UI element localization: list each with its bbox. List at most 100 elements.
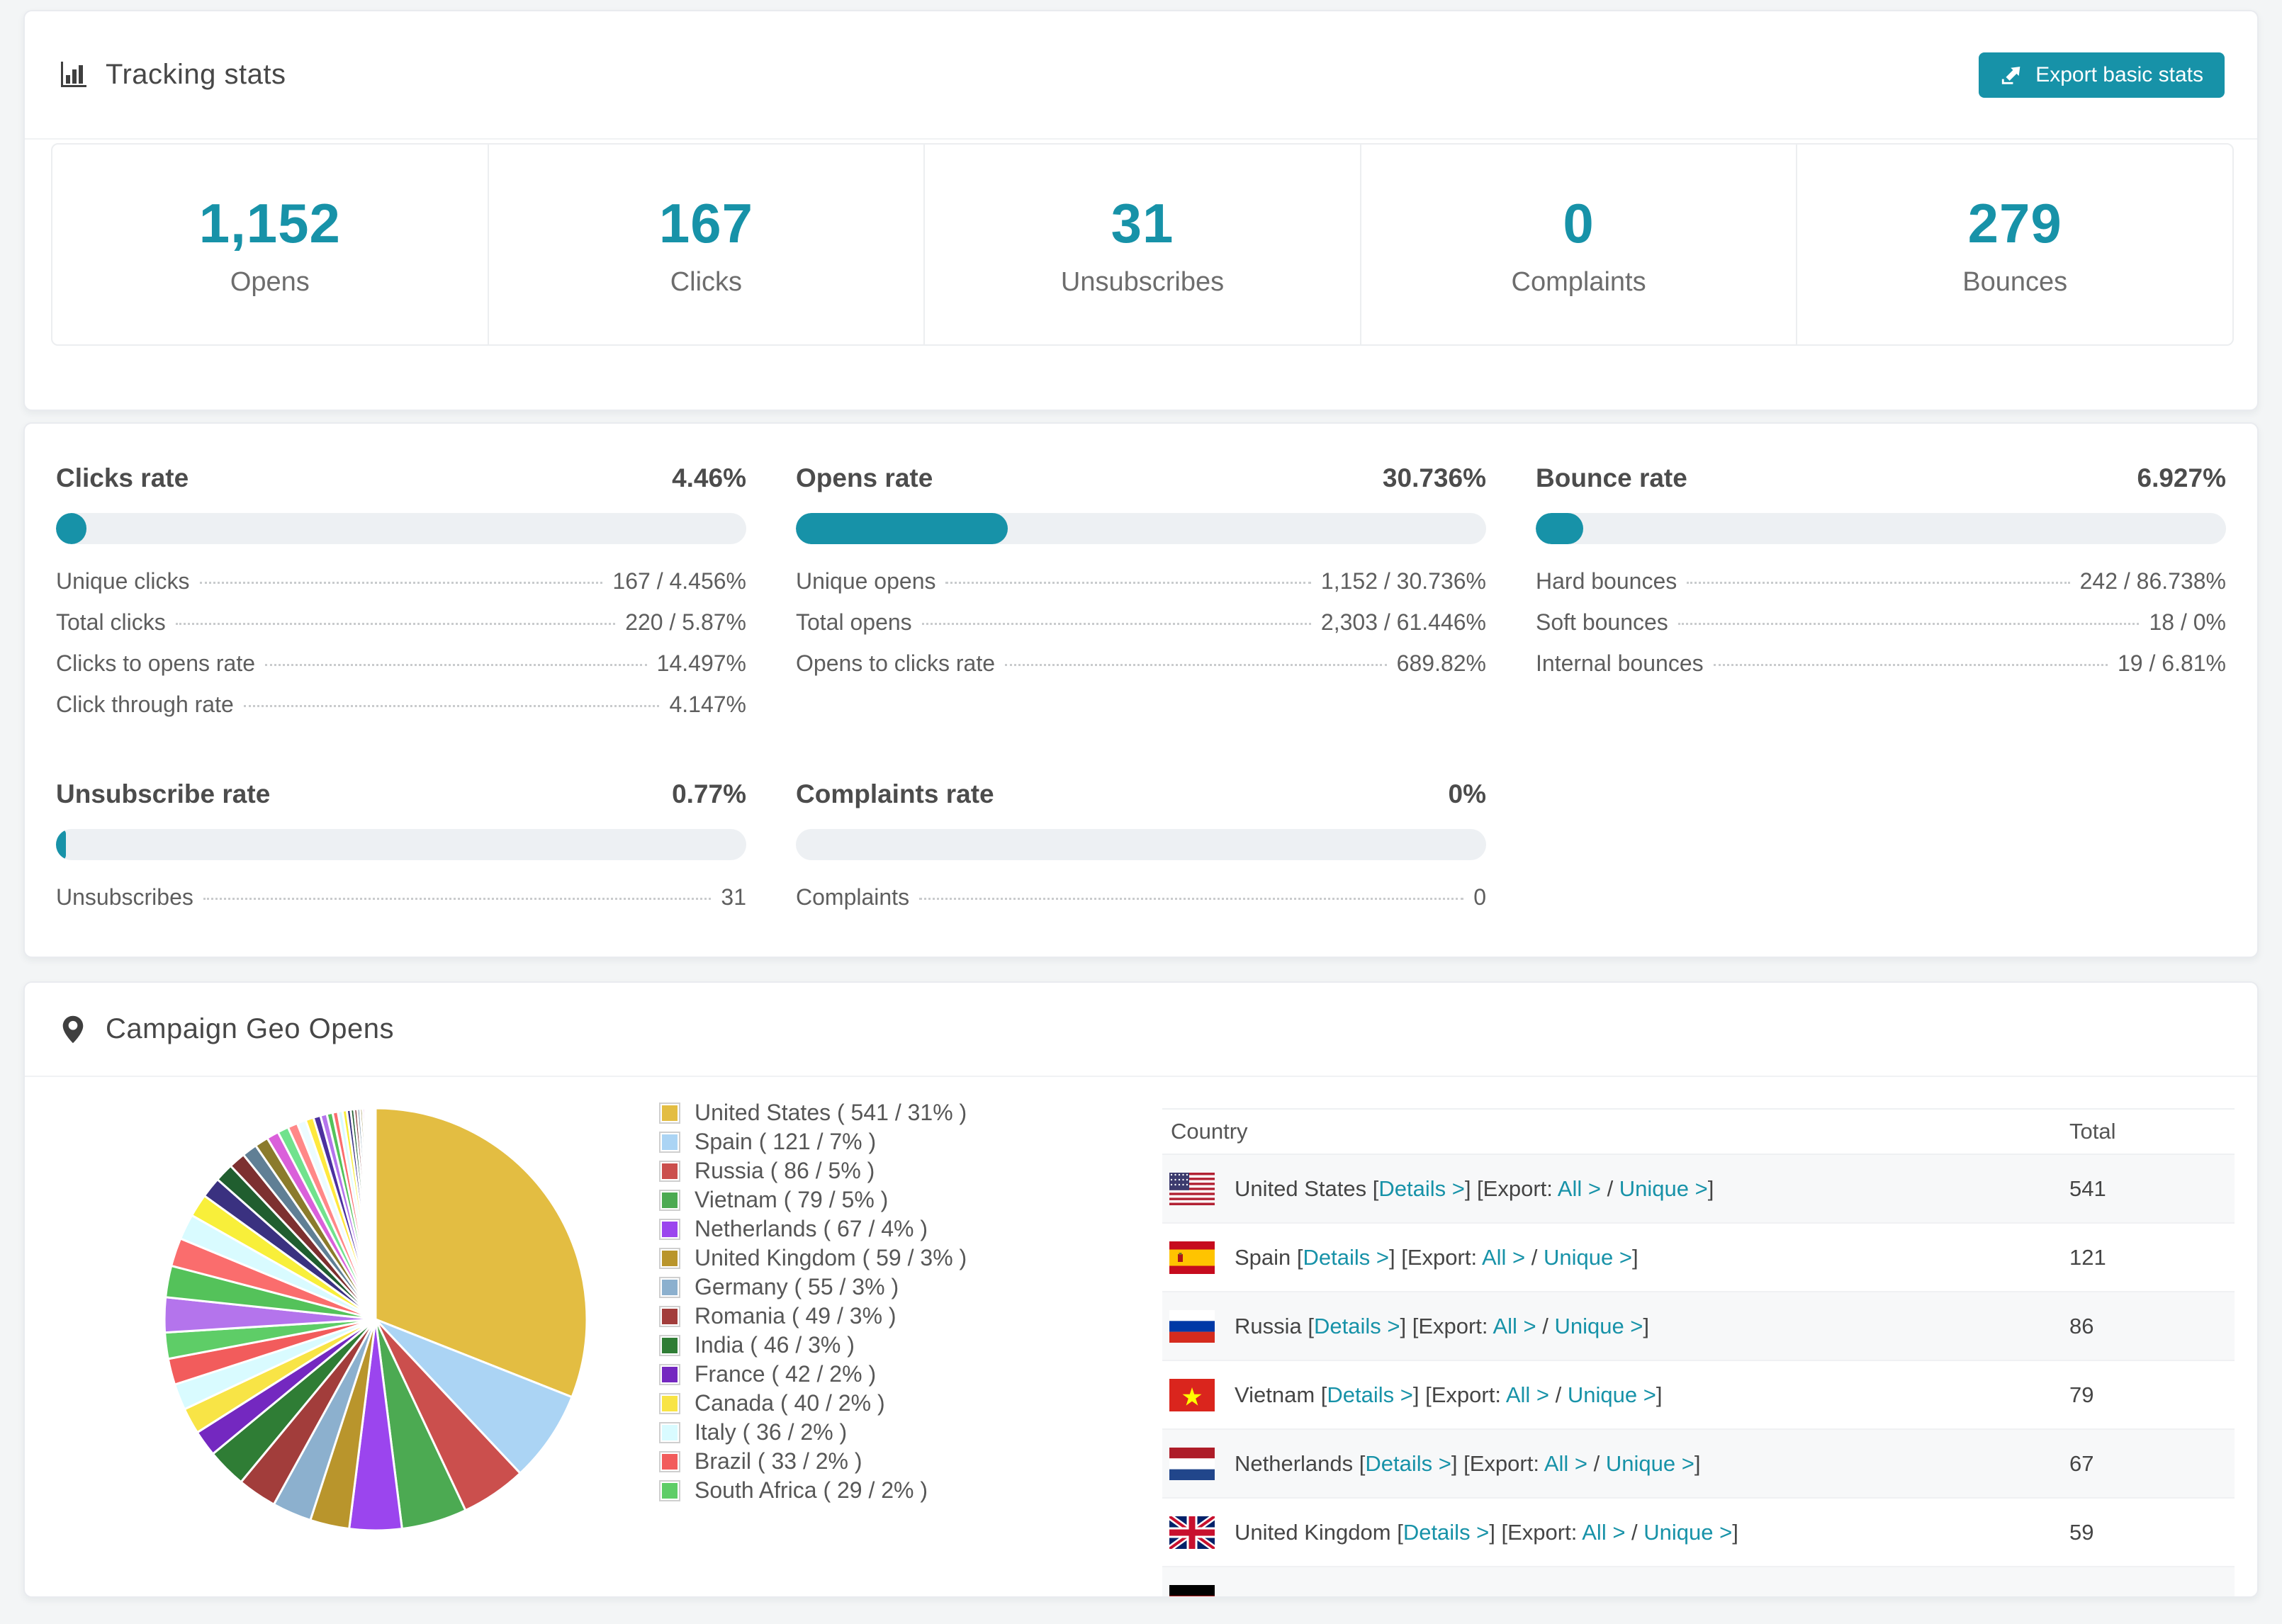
table-row: Russia [Details >] [Export: All > / Uniq… (1162, 1292, 2235, 1361)
details-link[interactable]: Details > (1303, 1245, 1389, 1270)
stat-cell-unsubscribes: 31 Unsubscribes (925, 145, 1361, 344)
stat-label: Clicks (670, 267, 743, 297)
table-cell-country: United States [Details >] [Export: All >… (1162, 1172, 2069, 1205)
table-row: United States [Details >] [Export: All >… (1162, 1155, 2235, 1224)
legend-item[interactable]: United States ( 541 / 31% ) (659, 1098, 967, 1127)
export-all-link[interactable]: All > (1493, 1314, 1536, 1338)
rate-block-unsubscribe-rate: Unsubscribe rate 0.77% Unsubscribes 31 (56, 779, 746, 925)
table-header-row: Country Total (1162, 1108, 2235, 1155)
rate-row: Unique opens 1,152 / 30.736% (796, 568, 1486, 609)
legend-color-swatch (659, 1479, 680, 1501)
export-all-link[interactable]: All > (1582, 1520, 1625, 1545)
rate-rows: Unique opens 1,152 / 30.736% Total opens 2,… (796, 568, 1486, 692)
rate-head: Bounce rate 6.927% (1536, 463, 2226, 493)
rate-value: 30.736% (1382, 463, 1486, 492)
dotted-leader (1713, 664, 2108, 666)
legend-item[interactable]: Vietnam ( 79 / 5% ) (659, 1185, 967, 1214)
legend-color-swatch (659, 1247, 680, 1269)
legend-item[interactable]: Italy ( 36 / 2% ) (659, 1418, 967, 1447)
export-unique-link[interactable]: Unique > (1643, 1520, 1732, 1545)
details-link[interactable]: Details > (1365, 1451, 1451, 1476)
pie-slice (373, 1107, 377, 1320)
table-cell-total: 59 (2069, 1519, 2094, 1545)
rates-card: Clicks rate 4.46% Unique clicks 167 / 4.456… (23, 422, 2259, 958)
country-links: Russia [Details >] [Export: All > / Uniq… (1235, 1313, 1650, 1338)
table-cell-country: Russia [Details >] [Export: All > / Uniq… (1162, 1309, 2069, 1343)
geo-header: Campaign Geo Opens (25, 983, 2257, 1077)
tracking-stats-card: Tracking stats Export basic stats 1,152 O… (23, 10, 2259, 411)
rate-row-value: 220 / 5.87% (625, 609, 746, 635)
rate-row: Total clicks 220 / 5.87% (56, 609, 746, 650)
rate-value: 4.46% (672, 463, 746, 492)
details-link[interactable]: Details > (1378, 1176, 1464, 1201)
rate-row: Soft bounces 18 / 0% (1536, 609, 2226, 650)
rate-row: Unsubscribes 31 (56, 884, 746, 925)
table-cell-total: 541 (2069, 1175, 2106, 1201)
table-row: Vietnam [Details >] [Export: All > / Uni… (1162, 1361, 2235, 1430)
rates-grid: Clicks rate 4.46% Unique clicks 167 / 4.456… (25, 424, 2257, 925)
rate-head: Complaints rate 0% (796, 779, 1486, 809)
table-cell-total: 67 (2069, 1450, 2094, 1476)
export-unique-link[interactable]: Unique > (1606, 1451, 1694, 1476)
legend-item[interactable]: Spain ( 121 / 7% ) (659, 1127, 967, 1156)
stat-cell-complaints: 0 Complaints (1361, 145, 1798, 344)
rate-row-label: Unsubscribes (56, 884, 193, 910)
country-name: United Kingdom (1235, 1519, 1398, 1545)
rate-head: Clicks rate 4.46% (56, 463, 746, 493)
legend-item[interactable]: France ( 42 / 2% ) (659, 1360, 967, 1389)
stat-value: 279 (1967, 192, 2062, 254)
progress-bar-complaints-rate (796, 829, 1486, 860)
export-unique-link[interactable]: Unique > (1544, 1245, 1632, 1270)
rate-row: Hard bounces 242 / 86.738% (1536, 568, 2226, 609)
details-link[interactable]: Details > (1403, 1520, 1489, 1545)
export-basic-stats-button[interactable]: Export basic stats (1979, 52, 2225, 98)
export-all-link[interactable]: All > (1506, 1382, 1549, 1407)
legend-label: Vietnam ( 79 / 5% ) (695, 1187, 889, 1212)
country-name: United States (1235, 1175, 1373, 1201)
dotted-leader (199, 582, 603, 584)
details-link[interactable]: Details > (1314, 1314, 1400, 1338)
country-name: Russia (1235, 1313, 1308, 1338)
summary-stats-box: 1,152 Opens 167 Clicks 31 Unsubscribes 0 Compla… (51, 143, 2234, 346)
legend-item[interactable]: South Africa ( 29 / 2% ) (659, 1476, 967, 1505)
legend-item[interactable]: Germany ( 55 / 3% ) (659, 1273, 967, 1302)
country-links: United States [Details >] [Export: All >… (1235, 1175, 1714, 1201)
legend-item[interactable]: Netherlands ( 67 / 4% ) (659, 1214, 967, 1244)
legend-label: France ( 42 / 2% ) (695, 1361, 877, 1387)
legend-item[interactable]: Brazil ( 33 / 2% ) (659, 1447, 967, 1476)
geo-opens-table: Country Total United States [Details >] … (1162, 1108, 2235, 1596)
export-all-link[interactable]: All > (1482, 1245, 1525, 1270)
legend-item[interactable]: Romania ( 49 / 3% ) (659, 1302, 967, 1331)
flag-ru-icon (1169, 1309, 1215, 1343)
export-unique-link[interactable]: Unique > (1568, 1382, 1656, 1407)
legend-item[interactable]: United Kingdom ( 59 / 3% ) (659, 1244, 967, 1273)
country-links: Vietnam [Details >] [Export: All > / Uni… (1235, 1382, 1663, 1407)
rate-title: Complaints rate (796, 779, 994, 808)
stat-value: 0 (1563, 192, 1595, 254)
geo-pie-legend: United States ( 541 / 31% ) Spain ( 121 /… (659, 1098, 967, 1505)
legend-item[interactable]: Russia ( 86 / 5% ) (659, 1156, 967, 1185)
legend-color-swatch (659, 1276, 680, 1298)
export-all-link[interactable]: All > (1558, 1176, 1601, 1201)
legend-color-swatch (659, 1334, 680, 1356)
export-all-link[interactable]: All > (1544, 1451, 1587, 1476)
legend-color-swatch (659, 1305, 680, 1327)
legend-item[interactable]: Canada ( 40 / 2% ) (659, 1389, 967, 1418)
country-name: Netherlands (1235, 1450, 1359, 1476)
rate-rows: Complaints 0 (796, 884, 1486, 925)
details-link[interactable]: Details > (1327, 1382, 1412, 1407)
export-unique-link[interactable]: Unique > (1554, 1314, 1643, 1338)
rate-row-label: Complaints (796, 884, 910, 910)
campaign-geo-opens-card: Campaign Geo Opens United States ( 541 /… (23, 981, 2259, 1598)
dotted-leader (1005, 664, 1387, 666)
legend-color-swatch (659, 1189, 680, 1211)
table-cell-country: Vietnam [Details >] [Export: All > / Uni… (1162, 1378, 2069, 1411)
legend-item[interactable]: India ( 46 / 3% ) (659, 1331, 967, 1360)
country-links: Netherlands [Details >] [Export: All > /… (1235, 1450, 1701, 1476)
rate-row: Opens to clicks rate 689.82% (796, 650, 1486, 692)
table-cell-country: Spain [Details >] [Export: All > / Uniqu… (1162, 1241, 2069, 1274)
legend-label: Spain ( 121 / 7% ) (695, 1129, 877, 1154)
rate-rows: Hard bounces 242 / 86.738% Soft bounces 18 … (1536, 568, 2226, 692)
rate-row-value: 18 / 0% (2149, 609, 2226, 635)
export-unique-link[interactable]: Unique > (1619, 1176, 1708, 1201)
